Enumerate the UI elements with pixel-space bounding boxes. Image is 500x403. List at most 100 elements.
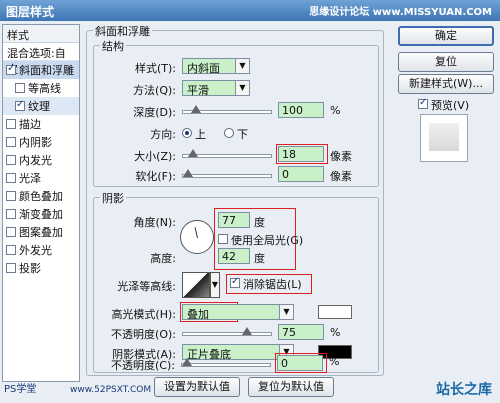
style-list-item[interactable]: 颜色叠加: [3, 187, 79, 205]
global-light-checkbox[interactable]: [218, 234, 228, 244]
style-checkbox[interactable]: [6, 119, 16, 129]
altitude-input[interactable]: 42: [218, 248, 250, 264]
chevron-down-icon[interactable]: ▼: [210, 272, 220, 298]
highlight-color-swatch[interactable]: [318, 305, 352, 319]
altitude-label: 高度:: [150, 252, 176, 265]
style-list-item[interactable]: 等高线: [3, 79, 79, 97]
highlight-opacity-input[interactable]: 75: [278, 324, 324, 340]
direction-up-radio[interactable]: [182, 128, 192, 138]
style-list-item-label: 斜面和浮雕: [19, 64, 74, 77]
shadow-opacity-slider[interactable]: [181, 358, 271, 367]
style-list-item-label: 光泽: [19, 172, 41, 185]
style-list-item[interactable]: 描边: [3, 115, 79, 133]
reset-button[interactable]: 复位: [398, 52, 494, 72]
style-checkbox[interactable]: [6, 191, 16, 201]
direction-label: 方向:: [150, 128, 176, 141]
style-list-item-label: 描边: [19, 118, 41, 131]
style-list-item[interactable]: 内发光: [3, 151, 79, 169]
style-list-item-label: 纹理: [28, 100, 50, 113]
style-list-item[interactable]: 纹理: [3, 97, 79, 115]
depth-unit: %: [330, 104, 341, 117]
shadow-opacity-slider-thumb[interactable]: [182, 358, 192, 366]
shading-title: 阴影: [100, 190, 126, 206]
size-slider[interactable]: [182, 149, 272, 158]
shading-group: 阴影 角度(N): 77 度 使用全局光(G) 高度: 42 度 光泽等高线: …: [93, 190, 379, 373]
ps-school-logo: PS学堂: [4, 384, 37, 395]
depth-label: 深度(D):: [133, 106, 176, 119]
style-list-header: 样式: [3, 25, 79, 43]
style-checkbox[interactable]: [6, 263, 16, 273]
style-items: 斜面和浮雕等高线纹理描边内阴影内发光光泽颜色叠加渐变叠加图案叠加外发光投影: [3, 61, 79, 277]
shadow-opacity-highlight-box: [275, 353, 327, 373]
angle-input[interactable]: 77: [218, 212, 250, 228]
style-label: 样式(T):: [134, 62, 176, 75]
structure-title: 结构: [100, 38, 126, 54]
blend-options-item[interactable]: 混合选项:自定: [3, 43, 79, 76]
style-list-item[interactable]: 投影: [3, 259, 79, 277]
bevel-group-title: 斜面和浮雕: [93, 23, 152, 39]
depth-slider-thumb[interactable]: [190, 105, 201, 113]
soften-unit: 像素: [330, 170, 352, 183]
depth-input[interactable]: 100: [278, 102, 324, 118]
style-list-item[interactable]: 图案叠加: [3, 223, 79, 241]
style-list-item-label: 内发光: [19, 154, 52, 167]
altitude-unit: 度: [254, 252, 265, 265]
style-checkbox[interactable]: [6, 227, 16, 237]
size-slider-thumb[interactable]: [188, 149, 199, 157]
size-highlight-box: [276, 144, 328, 164]
soften-input[interactable]: 0: [278, 166, 324, 182]
style-list-item-label: 外发光: [19, 244, 52, 257]
bevel-group: 斜面和浮雕 结构 样式(T): 内斜面 ▼ 方法(Q): 平滑 ▼ 深度(D):…: [86, 23, 384, 376]
size-unit: 像素: [330, 150, 352, 163]
preview-label: 预览(V): [431, 99, 470, 112]
direction-down-label: 下: [237, 128, 248, 141]
style-list-item[interactable]: 渐变叠加: [3, 205, 79, 223]
style-list-item[interactable]: 光泽: [3, 169, 79, 187]
technique-select[interactable]: 平滑 ▼: [182, 80, 250, 97]
highlight-mode-select[interactable]: 叠加 ▼: [182, 304, 294, 321]
angle-label: 角度(N):: [133, 216, 176, 229]
highlight-mode-label: 高光模式(H):: [111, 308, 176, 321]
style-list-item[interactable]: 内阴影: [3, 133, 79, 151]
direction-down-radio[interactable]: [224, 128, 234, 138]
ok-button[interactable]: 确定: [398, 26, 494, 46]
preview-checkbox[interactable]: [418, 97, 428, 109]
structure-group: 结构 样式(T): 内斜面 ▼ 方法(Q): 平滑 ▼ 深度(D): 100 %…: [93, 38, 379, 187]
soften-slider-thumb[interactable]: [183, 169, 193, 177]
style-checkbox[interactable]: [6, 209, 16, 219]
style-list-item-label: 图案叠加: [19, 226, 63, 239]
reset-default-button[interactable]: 复位为默认值: [248, 377, 334, 397]
gloss-contour-picker[interactable]: [182, 272, 210, 298]
angle-dial[interactable]: [180, 220, 214, 254]
depth-slider[interactable]: [182, 105, 272, 114]
shadow-opacity-unit: %: [329, 355, 340, 368]
style-checkbox[interactable]: [6, 173, 16, 183]
style-checkbox[interactable]: [6, 245, 16, 255]
direction-up-label: 上: [195, 128, 206, 141]
set-default-button[interactable]: 设置为默认值: [154, 377, 240, 397]
style-list-item-label: 投影: [19, 262, 41, 275]
highlight-opacity-label: 不透明度(O):: [111, 328, 176, 341]
style-select[interactable]: 内斜面 ▼: [182, 58, 250, 75]
new-style-button[interactable]: 新建样式(W)...: [398, 74, 494, 94]
chevron-down-icon: ▼: [235, 59, 249, 73]
brand-logo: 站长之库: [436, 382, 492, 398]
style-checkbox[interactable]: [15, 99, 25, 111]
technique-select-value: 平滑: [187, 84, 209, 97]
size-label: 大小(Z):: [134, 150, 176, 163]
settings-panel: 斜面和浮雕 结构 样式(T): 内斜面 ▼ 方法(Q): 平滑 ▼ 深度(D):…: [86, 22, 386, 377]
style-list-item-label: 渐变叠加: [19, 208, 63, 221]
antialias-checkbox[interactable]: [230, 276, 240, 288]
style-checkbox[interactable]: [15, 83, 25, 93]
window-title: 图层样式: [6, 5, 55, 19]
style-checkbox[interactable]: [6, 137, 16, 147]
style-list-item-label: 内阴影: [19, 136, 52, 149]
watermark-text: 思缘设计论坛 www.MISSYUAN.COM: [309, 7, 492, 18]
style-checkbox[interactable]: [6, 155, 16, 165]
style-checkbox[interactable]: [6, 63, 16, 75]
soften-slider[interactable]: [182, 169, 272, 178]
style-list-item[interactable]: 外发光: [3, 241, 79, 259]
highlight-opacity-slider-thumb[interactable]: [241, 327, 252, 335]
highlight-mode-value: 叠加: [187, 308, 209, 321]
highlight-opacity-slider[interactable]: [182, 327, 272, 336]
